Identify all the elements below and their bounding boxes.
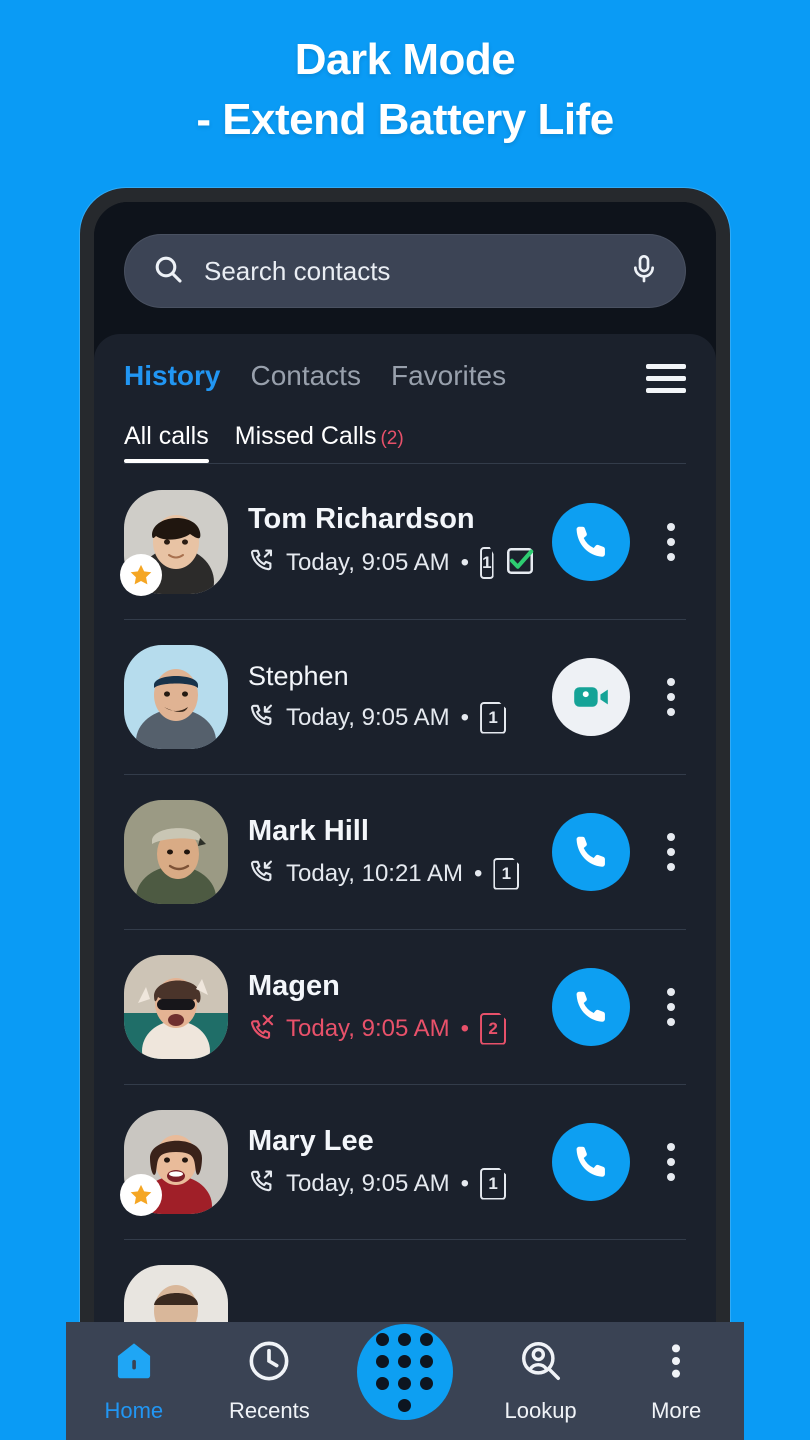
- call-button[interactable]: [552, 968, 630, 1046]
- favorite-star-badge: [120, 553, 162, 596]
- call-info: Magen Today, 9:05 AM • 2: [248, 970, 532, 1045]
- sub-tab-bar: All calls Missed Calls (2): [94, 396, 716, 463]
- nav-label-recents: Recents: [229, 1398, 310, 1423]
- video-call-button[interactable]: [552, 658, 630, 736]
- nav-item-more[interactable]: More: [617, 1338, 735, 1424]
- contact-name: Mark Hill: [248, 814, 369, 847]
- contact-name: Magen: [248, 969, 340, 1002]
- call-meta: Today, 9:05 AM • 1: [248, 546, 535, 581]
- sim-badge: 2: [480, 1012, 507, 1045]
- avatar: [120, 1110, 228, 1216]
- call-history-list: Tom Richardson Today, 9:05 AM • 1 Stephe…: [94, 464, 716, 1394]
- nav-label-more: More: [651, 1398, 702, 1423]
- favorite-star-badge: [120, 1174, 162, 1216]
- content-panel: History Contacts Favorites All calls Mis…: [94, 334, 716, 1440]
- meta-separator: •: [460, 1169, 470, 1197]
- meta-separator: •: [460, 549, 470, 576]
- more-vertical-icon[interactable]: [650, 833, 686, 871]
- more-vertical-icon: [653, 1338, 699, 1389]
- outgoing-call-icon: [248, 547, 275, 579]
- tab-favorites[interactable]: Favorites: [391, 360, 506, 396]
- contact-name: Tom Richardson: [248, 502, 475, 535]
- home-icon: [111, 1338, 157, 1389]
- nav-label-lookup: Lookup: [504, 1398, 577, 1423]
- avatar: [120, 489, 228, 596]
- call-meta: Today, 10:21 AM • 1: [248, 857, 532, 890]
- avatar: [124, 800, 228, 904]
- call-info: Stephen Today, 9:05 AM • 1: [248, 661, 532, 734]
- table-row[interactable]: Tom Richardson Today, 9:05 AM • 1: [120, 464, 686, 619]
- call-button[interactable]: [552, 502, 630, 581]
- missed-calls-count: (2): [380, 428, 404, 449]
- dialpad-fab-button[interactable]: [356, 1324, 453, 1420]
- call-info: Mary Lee Today, 9:05 AM • 1: [248, 1125, 532, 1200]
- clock-icon: [246, 1338, 292, 1389]
- phone-mockup-frame: Search contacts History Contacts Favorit…: [80, 188, 730, 1440]
- call-button[interactable]: [552, 1123, 630, 1201]
- table-row[interactable]: Mark Hill Today, 10:21 AM • 1: [124, 774, 686, 929]
- call-time: Today, 9:05 AM: [286, 1014, 450, 1042]
- call-button[interactable]: [552, 813, 630, 891]
- search-zone: Search contacts: [94, 202, 716, 334]
- promo-header: Dark Mode - Extend Battery Life: [0, 0, 810, 180]
- call-meta: Today, 9:05 AM • 1: [248, 1167, 532, 1200]
- promo-title-line-2: - Extend Battery Life: [196, 95, 614, 144]
- search-bar[interactable]: Search contacts: [124, 234, 686, 308]
- contact-name: Mary Lee: [248, 1124, 374, 1157]
- avatar: [124, 645, 228, 749]
- sim-badge: 1: [493, 857, 520, 890]
- more-vertical-icon[interactable]: [650, 678, 686, 716]
- phone-screen: Search contacts History Contacts Favorit…: [94, 202, 716, 1440]
- call-time: Today, 9:05 AM: [286, 1169, 450, 1197]
- table-row[interactable]: Magen Today, 9:05 AM • 2: [124, 929, 686, 1084]
- call-time: Today, 9:05 AM: [286, 549, 450, 576]
- sim-badge: 1: [480, 701, 507, 734]
- incoming-call-icon: [248, 858, 275, 890]
- contact-name: Stephen: [248, 660, 349, 691]
- microphone-icon[interactable]: [628, 253, 660, 290]
- promo-title-line-1: Dark Mode: [294, 34, 516, 84]
- incoming-call-icon: [248, 702, 275, 734]
- call-info: Mark Hill Today, 10:21 AM • 1: [248, 815, 532, 890]
- dialpad-icon: [376, 1332, 434, 1412]
- subtab-missed-calls[interactable]: Missed Calls (2): [235, 422, 404, 463]
- meta-separator: •: [460, 1014, 470, 1042]
- call-meta: Today, 9:05 AM • 1: [248, 701, 532, 734]
- hamburger-menu-icon[interactable]: [646, 363, 686, 393]
- search-icon: [152, 253, 184, 290]
- meta-separator: •: [474, 859, 483, 887]
- nav-item-lookup[interactable]: Lookup: [482, 1338, 600, 1424]
- outgoing-call-icon: [248, 1168, 275, 1200]
- person-search-icon: [518, 1338, 564, 1389]
- table-row[interactable]: Mary Lee Today, 9:05 AM • 1: [120, 1084, 686, 1239]
- subtab-missed-calls-label: Missed Calls: [234, 422, 377, 450]
- nav-item-home[interactable]: Home: [75, 1338, 193, 1424]
- tab-contacts[interactable]: Contacts: [250, 360, 361, 396]
- main-tab-bar: History Contacts Favorites: [94, 334, 716, 396]
- sim-badge: 1: [480, 1167, 507, 1200]
- bottom-navigation-bar: Home Recents Lookup More: [66, 1322, 744, 1440]
- table-row[interactable]: Stephen Today, 9:05 AM • 1: [124, 619, 686, 774]
- nav-item-recents[interactable]: Recents: [210, 1338, 328, 1424]
- more-vertical-icon[interactable]: [650, 1143, 686, 1181]
- call-time: Today, 9:05 AM: [286, 703, 450, 731]
- missed-call-icon: [248, 1013, 275, 1045]
- avatar: [124, 955, 228, 1059]
- meta-separator: •: [460, 703, 470, 731]
- nav-label-home: Home: [104, 1398, 164, 1423]
- nav-item-dialpad[interactable]: [346, 1324, 464, 1429]
- subtab-all-calls[interactable]: All calls: [124, 422, 209, 463]
- verified-check-icon: [505, 546, 535, 581]
- call-meta: Today, 9:05 AM • 2: [248, 1012, 532, 1045]
- sim-badge: 1: [480, 547, 494, 579]
- call-info: Tom Richardson Today, 9:05 AM • 1: [248, 502, 535, 581]
- more-vertical-icon[interactable]: [650, 522, 686, 561]
- more-vertical-icon[interactable]: [650, 988, 686, 1026]
- tab-history[interactable]: History: [124, 360, 220, 396]
- search-input[interactable]: Search contacts: [204, 256, 608, 287]
- call-time: Today, 10:21 AM: [286, 859, 463, 887]
